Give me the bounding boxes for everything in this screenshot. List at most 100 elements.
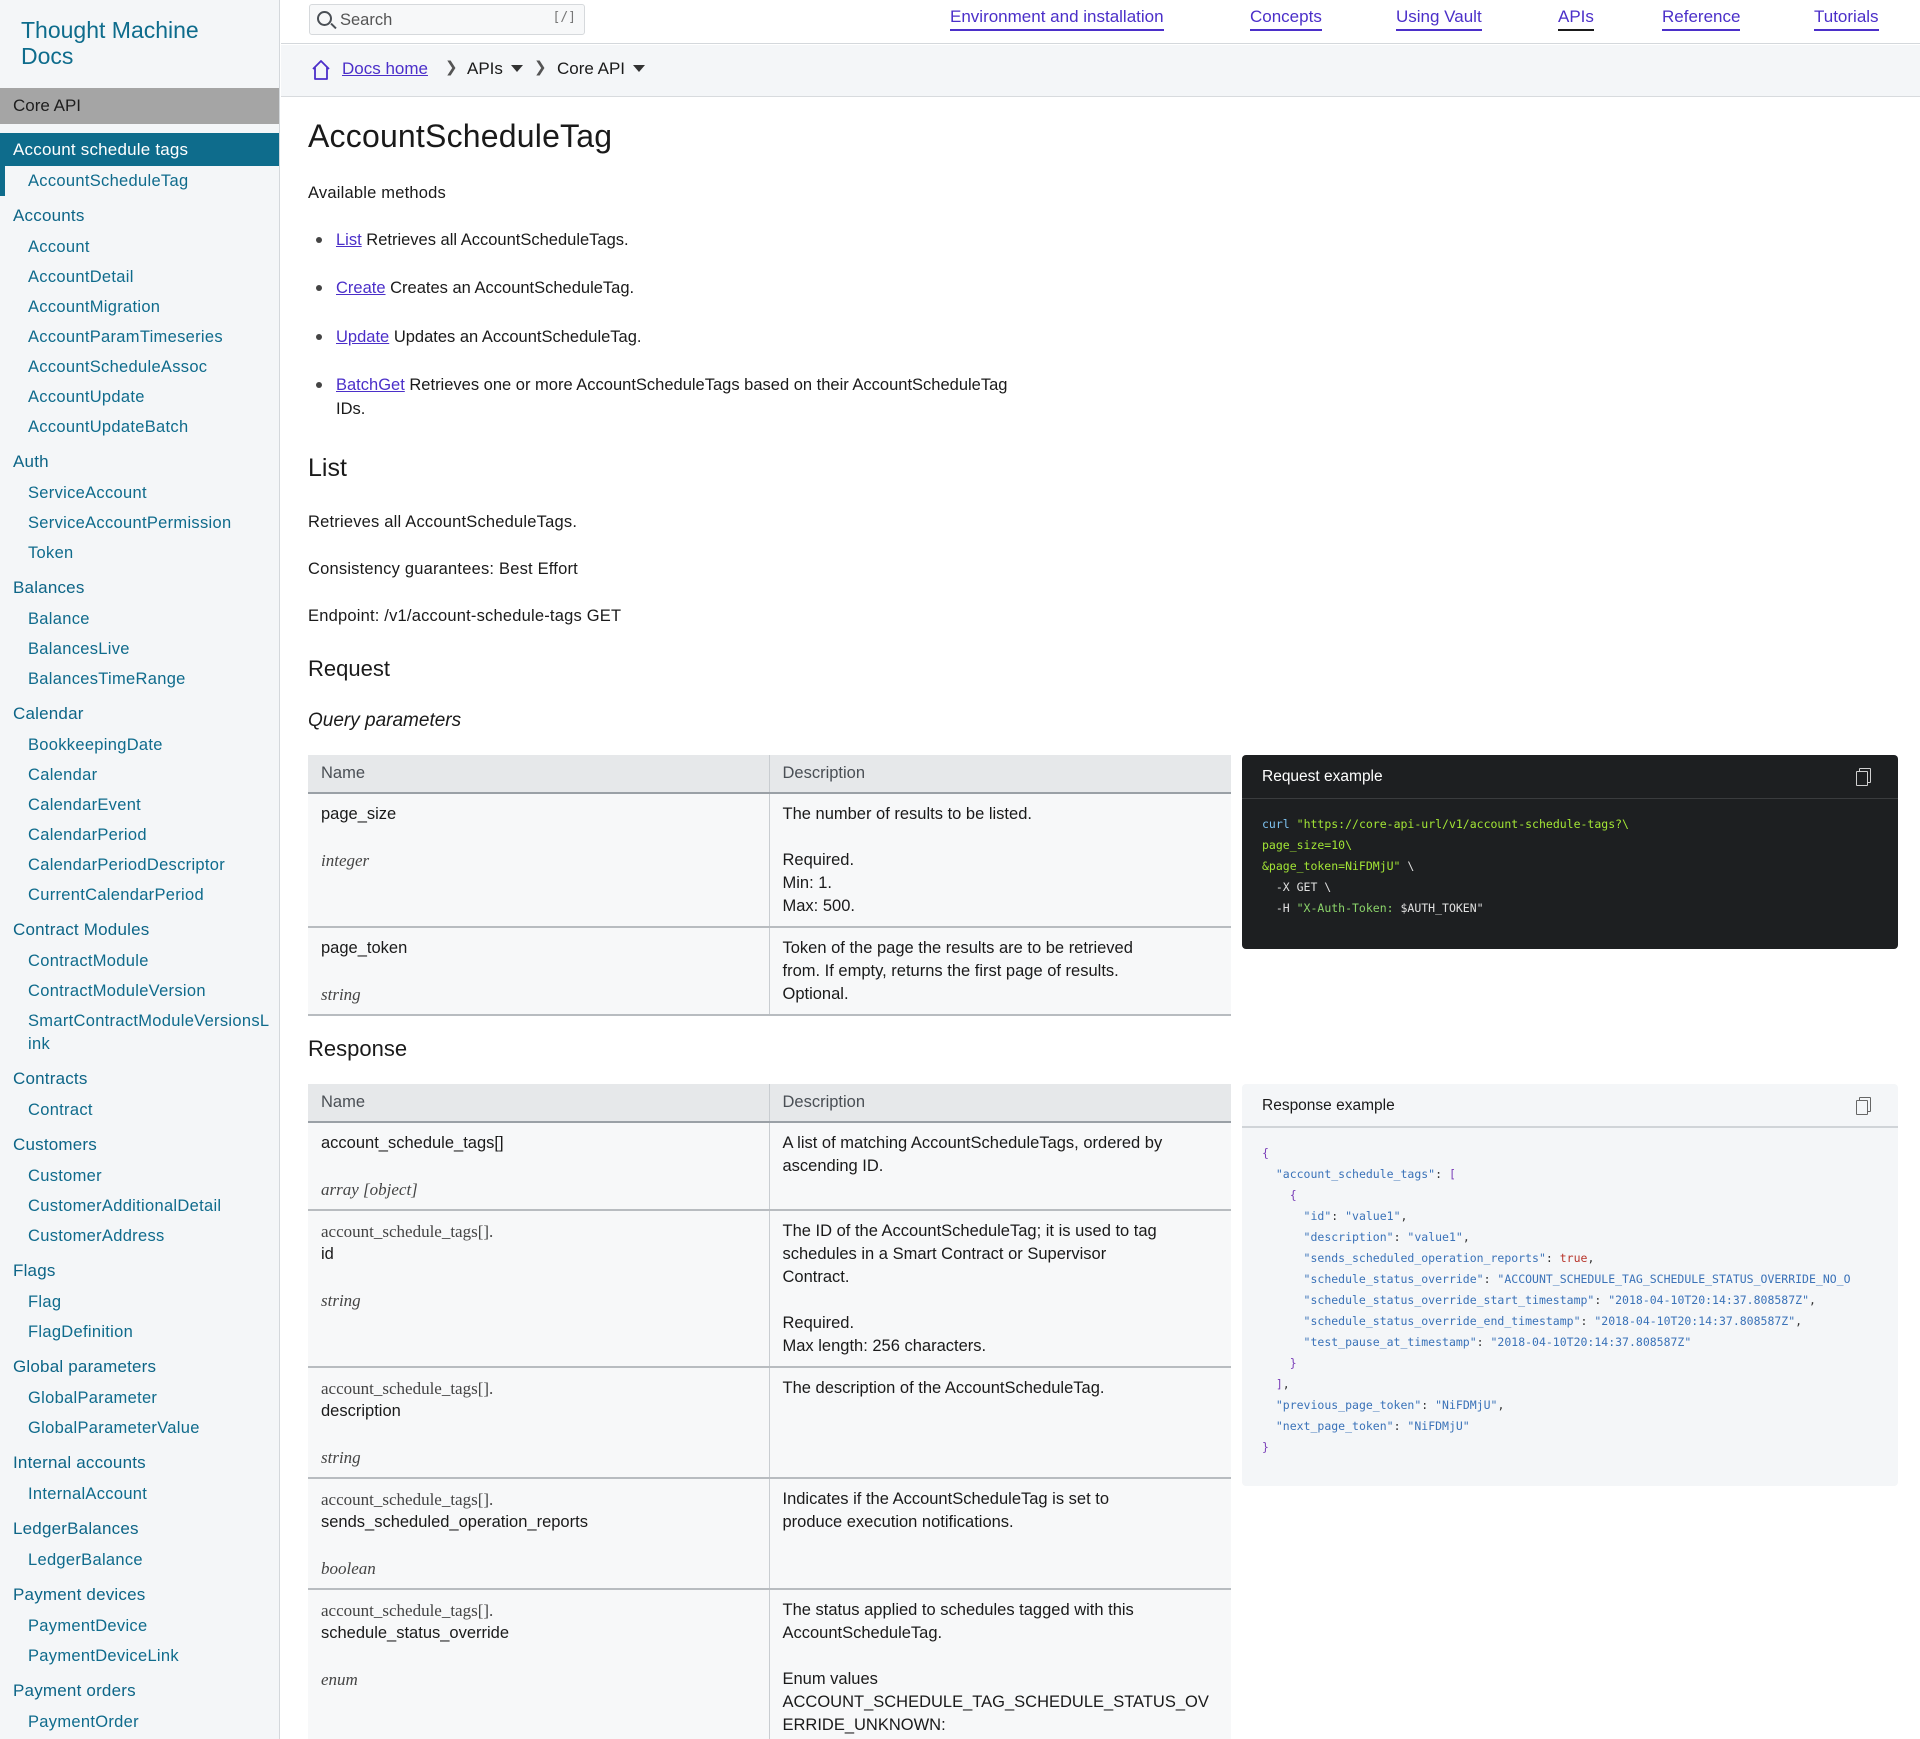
chevron-down-icon	[510, 65, 523, 72]
copy-icon[interactable]	[1856, 768, 1871, 786]
response-table-body: account_schedule_tags[] array [object] A l…	[308, 1122, 1231, 1739]
code-token: "2018-04-10T20:14:37.808587Z"	[1490, 1335, 1692, 1349]
chevron-right-icon: ❯	[534, 59, 547, 76]
sidebar-item-customer[interactable]: Customer	[0, 1161, 279, 1191]
request-example-header: Request example	[1242, 755, 1898, 799]
home-icon[interactable]	[309, 58, 333, 82]
sidebar-group-flags[interactable]: Flags	[0, 1254, 279, 1287]
sidebar-item-bookkeepingdate[interactable]: BookkeepingDate	[0, 730, 279, 760]
sidebar-item-paymentorder[interactable]: PaymentOrder	[0, 1707, 279, 1737]
sidebar-item-customeradditionaldetail[interactable]: CustomerAdditionalDetail	[0, 1191, 279, 1221]
topnav-tutorials[interactable]: Tutorials	[1814, 7, 1879, 31]
sidebar-item-accountmigration[interactable]: AccountMigration	[0, 292, 279, 322]
method-list-item: BatchGet Retrieves one or more AccountSc…	[308, 373, 1128, 421]
breadcrumb-apis[interactable]: APIs	[467, 58, 523, 80]
sidebar-item-currentcalendarperiod[interactable]: CurrentCalendarPeriod	[0, 880, 279, 910]
sidebar-item-serviceaccount[interactable]: ServiceAccount	[0, 478, 279, 508]
description-line: Enum values	[782, 1670, 878, 1688]
sidebar-group-auth[interactable]: Auth	[0, 445, 279, 478]
description-line: Token of the page the results are to be …	[782, 939, 1133, 957]
sidebar-item-globalparametervalue[interactable]: GlobalParameterValue	[0, 1413, 279, 1443]
breadcrumb-core-api[interactable]: Core API	[557, 58, 646, 80]
sidebar-item-paymentdevice[interactable]: PaymentDevice	[0, 1611, 279, 1641]
response-example-code[interactable]: { "account_schedule_tags": [ { "id": "va…	[1242, 1128, 1898, 1482]
sidebar-item-flagdefinition[interactable]: FlagDefinition	[0, 1317, 279, 1347]
sidebar-item-accountparamtimeseries[interactable]: AccountParamTimeseries	[0, 322, 279, 352]
sidebar-item-calendarperioddescriptor[interactable]: CalendarPeriodDescriptor	[0, 850, 279, 880]
sidebar-group-accounts[interactable]: Accounts	[0, 199, 279, 232]
topnav-reference[interactable]: Reference	[1662, 7, 1741, 31]
sidebar-item-balance[interactable]: Balance	[0, 604, 279, 634]
sidebar-item-smartcontractmoduleversionslink[interactable]: SmartContractModuleVersionsLink	[0, 1006, 270, 1059]
sidebar-group-payment-devices[interactable]: Payment devices	[0, 1578, 279, 1611]
description-line: The number of results to be listed.	[782, 805, 1032, 823]
breadcrumb-docs-home[interactable]: Docs home	[342, 58, 428, 80]
sidebar-item-calendarevent[interactable]: CalendarEvent	[0, 790, 279, 820]
method-link-batchget[interactable]: BatchGet	[336, 376, 405, 394]
sidebar-item-paymentdevicelink[interactable]: PaymentDeviceLink	[0, 1641, 279, 1671]
request-table-body: page_size integer The number of results to…	[308, 793, 1231, 1016]
method-desc-cont: IDs.	[336, 400, 366, 418]
table-row: account_schedule_tags[]. description strin…	[308, 1367, 1231, 1479]
sidebar-item-token[interactable]: Token	[0, 538, 279, 568]
description-line: Min: 1.	[782, 874, 833, 892]
sidebar-item-ledgerbalance[interactable]: LedgerBalance	[0, 1545, 279, 1575]
field-name-cell: account_schedule_tags[]. schedule_status_…	[308, 1589, 770, 1739]
topnav-concepts[interactable]: Concepts	[1250, 7, 1322, 31]
request-example-code[interactable]: curl "https://core-api-url/v1/account-sc…	[1242, 799, 1898, 943]
column-header-description: Description	[769, 755, 1231, 794]
table-row: account_schedule_tags[]. id string The ID o…	[308, 1210, 1231, 1368]
method-link-update[interactable]: Update	[336, 328, 389, 346]
sidebar-group-contract-modules[interactable]: Contract Modules	[0, 913, 279, 946]
sidebar-item-contractmodule[interactable]: ContractModule	[0, 946, 279, 976]
description-line: Required.	[782, 1314, 855, 1332]
sidebar-item-balanceslive[interactable]: BalancesLive	[0, 634, 279, 664]
sidebar-group-customers[interactable]: Customers	[0, 1128, 279, 1161]
docs-logo[interactable]: Thought Machine Docs	[0, 0, 279, 88]
method-link-create[interactable]: Create	[336, 279, 386, 297]
sidebar-section-title[interactable]: Core API	[0, 88, 279, 124]
sidebar-group-global-parameters[interactable]: Global parameters	[0, 1350, 279, 1383]
field-name-cell: account_schedule_tags[]. description strin…	[308, 1367, 770, 1479]
sidebar-item-balancestimerange[interactable]: BalancesTimeRange	[0, 664, 279, 694]
response-example-title: Response example	[1262, 1097, 1395, 1114]
request-example-panel: Request example curl "https://core-api-u…	[1242, 755, 1898, 949]
sidebar-group-ledgerbalances[interactable]: LedgerBalances	[0, 1512, 279, 1545]
sidebar-item-serviceaccountpermission[interactable]: ServiceAccountPermission	[0, 508, 279, 538]
sidebar-item-accountscheduleassoc[interactable]: AccountScheduleAssoc	[0, 352, 279, 382]
sidebar-group-payment-orders[interactable]: Payment orders	[0, 1674, 279, 1707]
sidebar-group-balances[interactable]: Balances	[0, 571, 279, 604]
sidebar-item-accountupdate[interactable]: AccountUpdate	[0, 382, 279, 412]
topnav-using-vault[interactable]: Using Vault	[1396, 7, 1482, 31]
sidebar-item-contractmoduleversion[interactable]: ContractModuleVersion	[0, 976, 279, 1006]
sidebar-group-calendar[interactable]: Calendar	[0, 697, 279, 730]
sidebar-item-account[interactable]: Account	[0, 232, 279, 262]
sidebar-item-accountdetail[interactable]: AccountDetail	[0, 262, 279, 292]
section-heading-response: Response	[308, 1036, 408, 1061]
field-name-cell: page_size integer	[308, 793, 770, 928]
endpoint-text: Endpoint: /v1/account-schedule-tags GET	[308, 607, 622, 625]
topnav-environment-installation[interactable]: Environment and installation	[950, 7, 1164, 31]
sidebar-item-contract[interactable]: Contract	[0, 1095, 279, 1125]
sidebar-item-accountupdatebatch[interactable]: AccountUpdateBatch	[0, 412, 279, 442]
method-link-list[interactable]: List	[336, 231, 362, 249]
sidebar-group-account-schedule-tags[interactable]: Account schedule tags	[0, 133, 279, 166]
code-token: "X-Auth-Token:	[1296, 901, 1401, 915]
method-desc: Retrieves all AccountScheduleTags.	[366, 231, 629, 249]
description-spacer	[783, 1645, 1219, 1668]
sidebar-group-contracts[interactable]: Contracts	[0, 1062, 279, 1095]
code-token: "2018-04-10T20:14:37.808587Z"	[1594, 1314, 1796, 1328]
sidebar: Thought Machine Docs Core API Account sc…	[0, 0, 280, 1739]
response-fields-table: Name Description account_schedule_tags[]…	[308, 1084, 1231, 1739]
topnav-apis[interactable]: APIs	[1558, 7, 1594, 31]
sidebar-item-globalparameter[interactable]: GlobalParameter	[0, 1383, 279, 1413]
sidebar-item-customeraddress[interactable]: CustomerAddress	[0, 1221, 279, 1251]
sidebar-item-calendar[interactable]: Calendar	[0, 760, 279, 790]
sidebar-item-calendarperiod[interactable]: CalendarPeriod	[0, 820, 279, 850]
copy-icon[interactable]	[1856, 1097, 1871, 1115]
sidebar-item-accountscheduletag[interactable]: AccountScheduleTag	[0, 166, 279, 196]
description-line: ACCOUNT_SCHEDULE_TAG_SCHEDULE_STATUS_OV	[782, 1693, 1209, 1711]
sidebar-item-flag[interactable]: Flag	[0, 1287, 279, 1317]
sidebar-item-internalaccount[interactable]: InternalAccount	[0, 1479, 279, 1509]
sidebar-group-internal-accounts[interactable]: Internal accounts	[0, 1446, 279, 1479]
